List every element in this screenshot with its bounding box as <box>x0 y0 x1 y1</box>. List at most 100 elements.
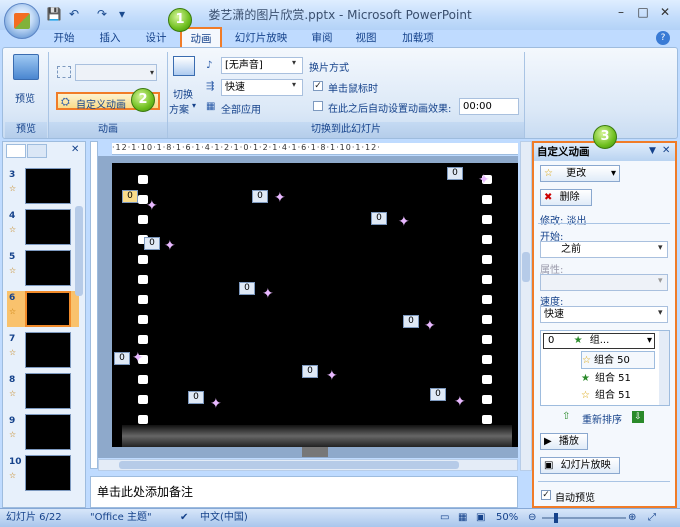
slide-counter: 幻灯片 6/22 <box>6 512 62 523</box>
slide-thumbnail[interactable]: 8 ☆ <box>7 373 79 409</box>
step-badge-3: 3 <box>593 125 617 149</box>
apply-all-button[interactable]: 全部应用 <box>221 101 261 116</box>
maximize-button[interactable]: □ <box>632 4 654 20</box>
animation-tag[interactable]: 0 <box>302 365 318 378</box>
zoom-slider-thumb[interactable] <box>554 513 558 523</box>
switch-label[interactable]: 切换 <box>173 86 193 101</box>
autopreview-checkbox[interactable]: ✓ <box>541 490 551 500</box>
animation-tag[interactable]: 0 <box>447 167 463 180</box>
animation-tag[interactable]: 0 <box>403 315 419 328</box>
tab-addins[interactable]: 加载项 <box>396 28 440 48</box>
start-select[interactable]: 之前 <box>540 241 668 258</box>
preview-button[interactable]: 预览 <box>15 90 35 105</box>
custom-animation-label: 自定义动画 <box>76 100 126 111</box>
speed-combo[interactable]: 快速 <box>221 79 303 96</box>
fit-window-icon[interactable]: ⤢ <box>648 509 656 527</box>
vertical-ruler <box>90 141 98 469</box>
language-label[interactable]: 中文(中国) <box>200 509 248 527</box>
group-preview-label: 预览 <box>5 122 47 138</box>
modify-label: 修改: 淡出 <box>540 216 587 227</box>
on-click-label: 单击鼠标时 <box>328 84 378 95</box>
slides-tab[interactable] <box>6 144 26 158</box>
slideshow-view-icon[interactable]: ▣ <box>476 509 485 527</box>
spellcheck-icon[interactable]: ✔ <box>180 509 188 527</box>
sorter-view-icon[interactable]: ▦ <box>458 509 467 527</box>
list-item[interactable]: ★ 组合 51 <box>581 370 655 388</box>
animation-tag[interactable]: 0 <box>371 212 387 225</box>
list-item[interactable]: ☆ 组合 50 <box>581 351 655 369</box>
office-button[interactable] <box>4 3 40 39</box>
on-click-checkbox[interactable]: ✓ <box>313 81 323 91</box>
divider <box>538 481 670 482</box>
close-icon[interactable]: ✕ <box>71 144 79 155</box>
notes-pane[interactable]: 单击此处添加备注 <box>90 476 518 508</box>
outline-tab[interactable] <box>27 144 47 158</box>
pane-menu-icon[interactable]: ▼ <box>649 146 656 156</box>
time-input[interactable]: 00:00 <box>459 98 519 115</box>
vertical-scrollbar[interactable] <box>520 141 532 471</box>
divider <box>524 52 525 138</box>
move-down-icon[interactable]: ⇩ <box>632 411 644 423</box>
slideshow-button[interactable]: ▣ 幻灯片放映 <box>540 457 620 474</box>
tab-animations[interactable]: 动画 <box>180 27 222 49</box>
animation-tag[interactable]: 0 <box>430 388 446 401</box>
animation-tag[interactable]: 0 <box>122 190 138 203</box>
switch-scheme-label[interactable]: 方案 <box>169 101 189 116</box>
star-icon: ☆ <box>582 355 591 366</box>
tv-base <box>122 425 512 447</box>
slide[interactable]: ✦ ✦ ✦ ✦ ✦ ✦ ✦ ✦ ✦ ✦ ✦ 0 0 0 0 0 0 0 0 0 … <box>112 163 518 447</box>
tab-insert[interactable]: 插入 <box>92 28 128 48</box>
chevron-down-icon: ▾ <box>658 308 663 318</box>
slide-thumbnail[interactable]: 9 ☆ <box>7 414 79 450</box>
sound-icon: ♪ <box>206 60 213 71</box>
zoom-in-icon[interactable]: ⊕ <box>628 509 636 527</box>
slide-thumbnail-selected[interactable]: 6 ☆ <box>7 291 79 327</box>
list-scrollbar[interactable] <box>659 331 669 405</box>
close-button[interactable]: ✕ <box>654 4 676 20</box>
animation-tag[interactable]: 0 <box>239 282 255 295</box>
list-item[interactable]: 0 ★ 组... ▾ <box>543 333 655 349</box>
title-bar: 💾 ↶ ↷ ▾ 娄艺潇的图片欣赏.pptx - Microsoft PowerP… <box>0 0 680 30</box>
office-logo-icon <box>14 13 30 29</box>
minimize-button[interactable]: – <box>610 4 632 20</box>
sound-combo[interactable]: [无声音] <box>221 57 303 74</box>
chevron-down-icon: ▾ <box>192 101 197 110</box>
list-item[interactable]: ☆ 组合 51 <box>581 387 655 405</box>
close-icon[interactable]: ✕ <box>662 145 670 156</box>
slide-thumbnail[interactable]: 10 ☆ <box>7 455 79 491</box>
star-icon: ☆ <box>581 390 590 401</box>
animation-tag[interactable]: 0 <box>114 352 130 365</box>
reorder-label: 重新排序 <box>582 415 622 426</box>
animation-tag[interactable]: 0 <box>144 237 160 250</box>
zoom-out-icon[interactable]: ⊖ <box>528 509 536 527</box>
slide-thumbnail[interactable]: 7 ☆ <box>7 332 79 368</box>
horizontal-scrollbar[interactable] <box>98 459 518 471</box>
chevron-down-icon: ▾ <box>658 243 663 253</box>
star-icon: ★ <box>573 335 583 346</box>
animation-tag[interactable]: 0 <box>188 391 204 404</box>
help-icon[interactable]: ? <box>656 31 670 45</box>
tab-home[interactable]: 开始 <box>46 28 82 48</box>
chevron-down-icon: ▾ <box>646 335 652 346</box>
custom-animation-icon: ⛭ <box>61 95 70 108</box>
change-button[interactable]: ☆ 更改 ▾ <box>540 165 620 182</box>
tab-review[interactable]: 审阅 <box>304 28 340 48</box>
speed-select[interactable]: 快速 <box>540 306 668 323</box>
tab-design[interactable]: 设计 <box>138 28 174 48</box>
move-up-icon[interactable]: ⇧ <box>562 411 570 422</box>
auto-after-checkbox[interactable] <box>313 101 323 111</box>
slides-scrollbar[interactable] <box>75 206 83 296</box>
tab-slideshow[interactable]: 幻灯片放映 <box>230 28 292 48</box>
horizontal-ruler: ·12·1·10·1·8·1·6·1·4·1·2·1·0·1·2·1·4·1·6… <box>112 143 518 155</box>
play-button[interactable]: ▶ 播放 <box>540 433 588 450</box>
slide-thumbnail[interactable]: 4 ☆ <box>7 209 79 245</box>
animation-tag[interactable]: 0 <box>252 190 268 203</box>
chevron-down-icon: ▾ <box>610 168 616 179</box>
animate-combo[interactable]: ▾ <box>75 64 157 81</box>
zoom-level[interactable]: 50% <box>496 509 518 527</box>
slide-thumbnail[interactable]: 3 ☆ <box>7 168 79 204</box>
normal-view-icon[interactable]: ▭ <box>440 509 449 527</box>
delete-button[interactable]: ✖ 删除 <box>540 189 592 206</box>
slide-thumbnail[interactable]: 5 ☆ <box>7 250 79 286</box>
tab-view[interactable]: 视图 <box>348 28 384 48</box>
